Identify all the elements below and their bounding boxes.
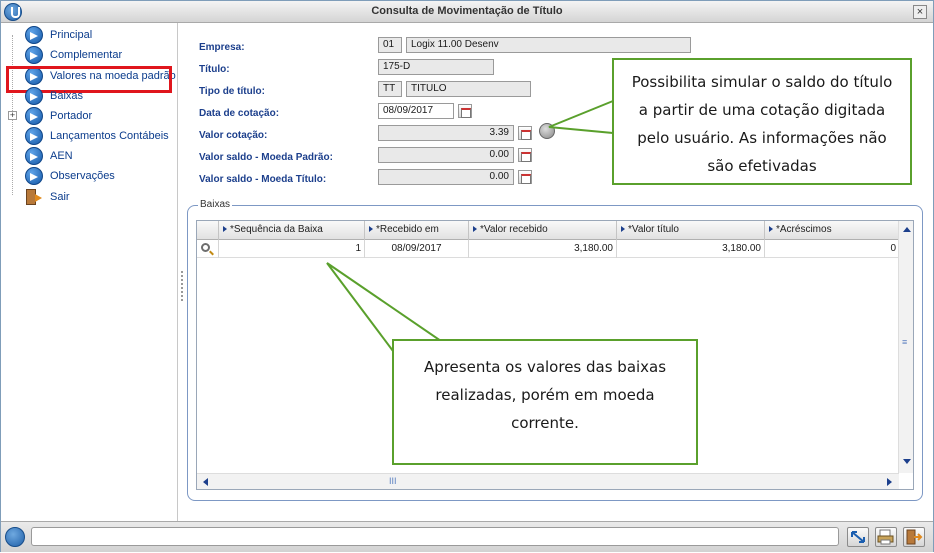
exit-icon[interactable] xyxy=(903,527,925,547)
callout-top-text: Possibilita simular o saldo do título a … xyxy=(631,73,893,175)
consulta-window: Consulta de Movimentação de Título × Pri… xyxy=(0,0,934,552)
status-message-field xyxy=(31,527,839,546)
callout-bottom-text: Apresenta os valores das baixas realizad… xyxy=(423,358,667,432)
resize-icon[interactable] xyxy=(847,527,869,547)
callout-bottom-pointer xyxy=(326,262,444,353)
callout-top-pointer xyxy=(548,99,614,135)
print-icon[interactable] xyxy=(875,527,897,547)
status-bar xyxy=(1,521,933,552)
callout-top: Possibilita simular o saldo do título a … xyxy=(612,58,912,185)
app-logo-icon xyxy=(5,527,25,547)
callout-bottom: Apresenta os valores das baixas realizad… xyxy=(392,339,698,465)
